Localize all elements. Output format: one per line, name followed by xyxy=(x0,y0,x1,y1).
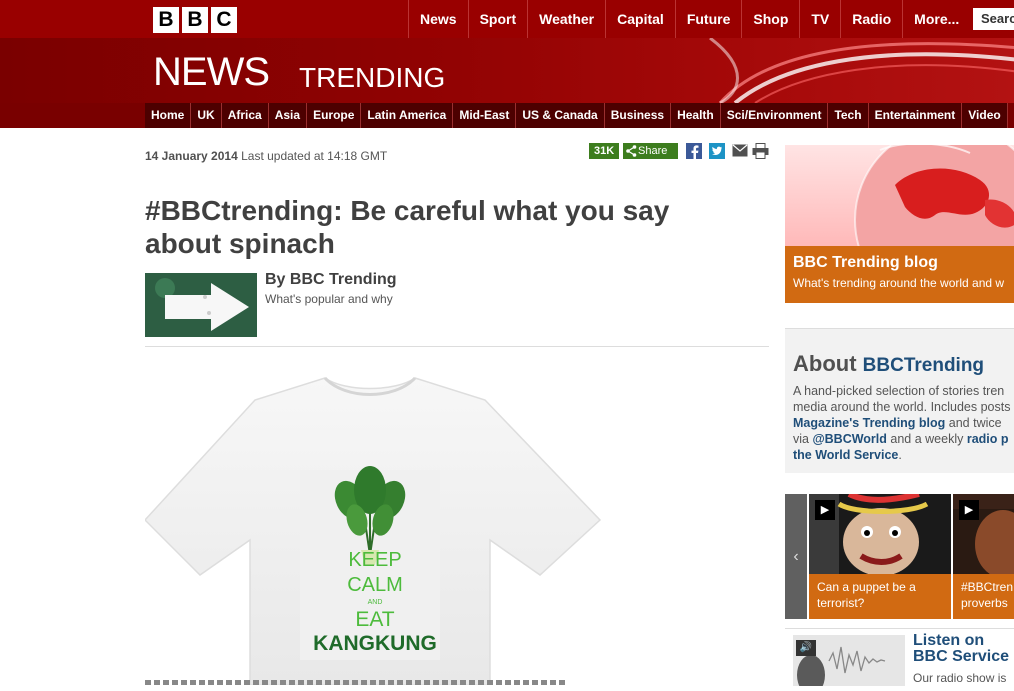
article-headline: #BBCtrending: Be careful what you say ab… xyxy=(145,195,670,259)
nav-health[interactable]: Health xyxy=(671,103,721,128)
logo-letter: B xyxy=(182,7,208,33)
email-icon[interactable] xyxy=(732,144,748,157)
nav-asia[interactable]: Asia xyxy=(269,103,308,128)
nav-home[interactable]: Home xyxy=(145,103,192,128)
article-text-peek xyxy=(145,680,565,685)
news-title[interactable]: NEWS xyxy=(153,50,270,94)
video-card[interactable]: ▶ Can a puppet be a terrorist? xyxy=(809,494,951,619)
global-nav-shop[interactable]: Shop xyxy=(741,0,799,38)
nav-video[interactable]: Video xyxy=(962,103,1008,128)
kangkung-word: KANGKUNG xyxy=(313,632,437,655)
global-nav-sport[interactable]: Sport xyxy=(467,0,528,38)
blog-promo-bar: BBC Trending blog What's trending around… xyxy=(785,246,1014,303)
keep-word: KEEP xyxy=(348,549,401,571)
byline-role: What's popular and why xyxy=(265,292,393,306)
listen-promo[interactable]: 🔊 Listen on BBC Service Our radio show i… xyxy=(785,628,1014,691)
listen-title[interactable]: Listen on BBC Service xyxy=(913,633,1014,665)
video-caption[interactable]: Can a puppet be a terrorist? xyxy=(817,579,951,611)
carousel-prev-button[interactable]: ‹ xyxy=(785,494,807,619)
nav-mid-east[interactable]: Mid-East xyxy=(453,103,517,128)
speaker-icon: 🔊 xyxy=(796,640,816,656)
search-input[interactable]: Search xyxy=(973,8,1014,30)
nav-africa[interactable]: Africa xyxy=(222,103,269,128)
video-carousel: ‹ ▶ Can a puppet be a terrorist? ▶ #BBCt… xyxy=(785,494,1014,619)
radio-link[interactable]: radio p xyxy=(967,432,1009,446)
calm-word: CALM xyxy=(347,574,403,596)
byline-name[interactable]: By BBC Trending xyxy=(265,271,397,289)
about-box: About BBCTrending A hand-picked selectio… xyxy=(785,328,1014,473)
video-caption[interactable]: #BBCtren proverbs xyxy=(961,579,1014,611)
twitter-icon[interactable] xyxy=(709,143,725,159)
play-icon[interactable]: ▶ xyxy=(815,500,835,520)
article-date-line: 14 January 2014 Last updated at 14:18 GM… xyxy=(145,149,387,163)
byline-image xyxy=(145,273,257,337)
about-brand: BBCTrending xyxy=(862,355,985,376)
about-text-line: media around the world. Includes posts xyxy=(793,400,1011,414)
nav-entertainment[interactable]: Entertainment xyxy=(869,103,963,128)
nav-tech[interactable]: Tech xyxy=(828,103,869,128)
section-divider xyxy=(145,346,769,347)
nav-europe[interactable]: Europe xyxy=(307,103,362,128)
bbc-logo[interactable]: B B C xyxy=(153,7,237,33)
globe-image xyxy=(785,145,1014,303)
logo-letter: C xyxy=(211,7,237,33)
tshirt-image: KEEP CALM AND EAT KANGKUNG xyxy=(145,376,602,685)
nav-latin-america[interactable]: Latin America xyxy=(361,103,454,128)
share-count-badge: 31K xyxy=(589,143,620,159)
global-nav-more[interactable]: More... xyxy=(902,0,970,38)
swoosh-graphic xyxy=(709,38,1014,103)
global-header: B B C News Sport Weather Capital Future … xyxy=(0,0,1014,38)
about-word: About xyxy=(793,351,857,376)
facebook-icon[interactable] xyxy=(686,143,702,159)
global-nav-weather[interactable]: Weather xyxy=(527,0,605,38)
nav-business[interactable]: Business xyxy=(605,103,672,128)
nav-sci-environment[interactable]: Sci/Environment xyxy=(721,103,829,128)
article-date: 14 January 2014 xyxy=(145,149,238,163)
global-nav-news[interactable]: News xyxy=(408,0,468,38)
blog-promo[interactable]: BBC Trending blog What's trending around… xyxy=(785,145,1014,303)
about-text-line: . xyxy=(898,448,902,462)
share-label: Share xyxy=(638,145,668,157)
about-text-line: and twice xyxy=(945,416,1002,430)
print-icon[interactable] xyxy=(752,143,769,159)
video-card[interactable]: ▶ #BBCtren proverbs xyxy=(953,494,1014,619)
about-heading: About BBCTrending xyxy=(793,351,984,377)
about-text-line: via xyxy=(793,432,813,446)
global-nav-capital[interactable]: Capital xyxy=(605,0,675,38)
blog-promo-desc: What's trending around the world and w xyxy=(793,276,1005,290)
global-nav-radio[interactable]: Radio xyxy=(840,0,902,38)
share-icon xyxy=(626,145,637,157)
listen-desc: Our radio show is xyxy=(913,671,1007,685)
trending-title[interactable]: TRENDING xyxy=(299,62,445,94)
world-service-link[interactable]: the World Service xyxy=(793,448,898,462)
global-nav-future[interactable]: Future xyxy=(674,0,742,38)
share-button[interactable]: Share xyxy=(623,143,678,159)
nav-us-canada[interactable]: US & Canada xyxy=(516,103,605,128)
about-text: A hand-picked selection of stories tren … xyxy=(793,383,1014,463)
news-banner: NEWS TRENDING xyxy=(0,38,1014,103)
about-text-line: A hand-picked selection of stories tren xyxy=(793,384,1005,398)
eat-word: EAT xyxy=(355,608,394,631)
play-icon[interactable]: ▶ xyxy=(959,500,979,520)
logo-letter: B xyxy=(153,7,179,33)
blog-promo-title[interactable]: BBC Trending blog xyxy=(793,254,938,272)
last-updated: Last updated at 14:18 GMT xyxy=(241,149,388,163)
bbcworld-link[interactable]: @BBCWorld xyxy=(812,432,886,446)
global-nav-tv[interactable]: TV xyxy=(799,0,840,38)
and-word: AND xyxy=(368,599,383,606)
magazine-blog-link[interactable]: Magazine's Trending blog xyxy=(793,416,945,430)
section-nav: Home UK Africa Asia Europe Latin America… xyxy=(0,103,1014,128)
about-text-line: and a weekly xyxy=(886,432,967,446)
nav-uk[interactable]: UK xyxy=(191,103,222,128)
global-nav: News Sport Weather Capital Future Shop T… xyxy=(408,0,970,38)
